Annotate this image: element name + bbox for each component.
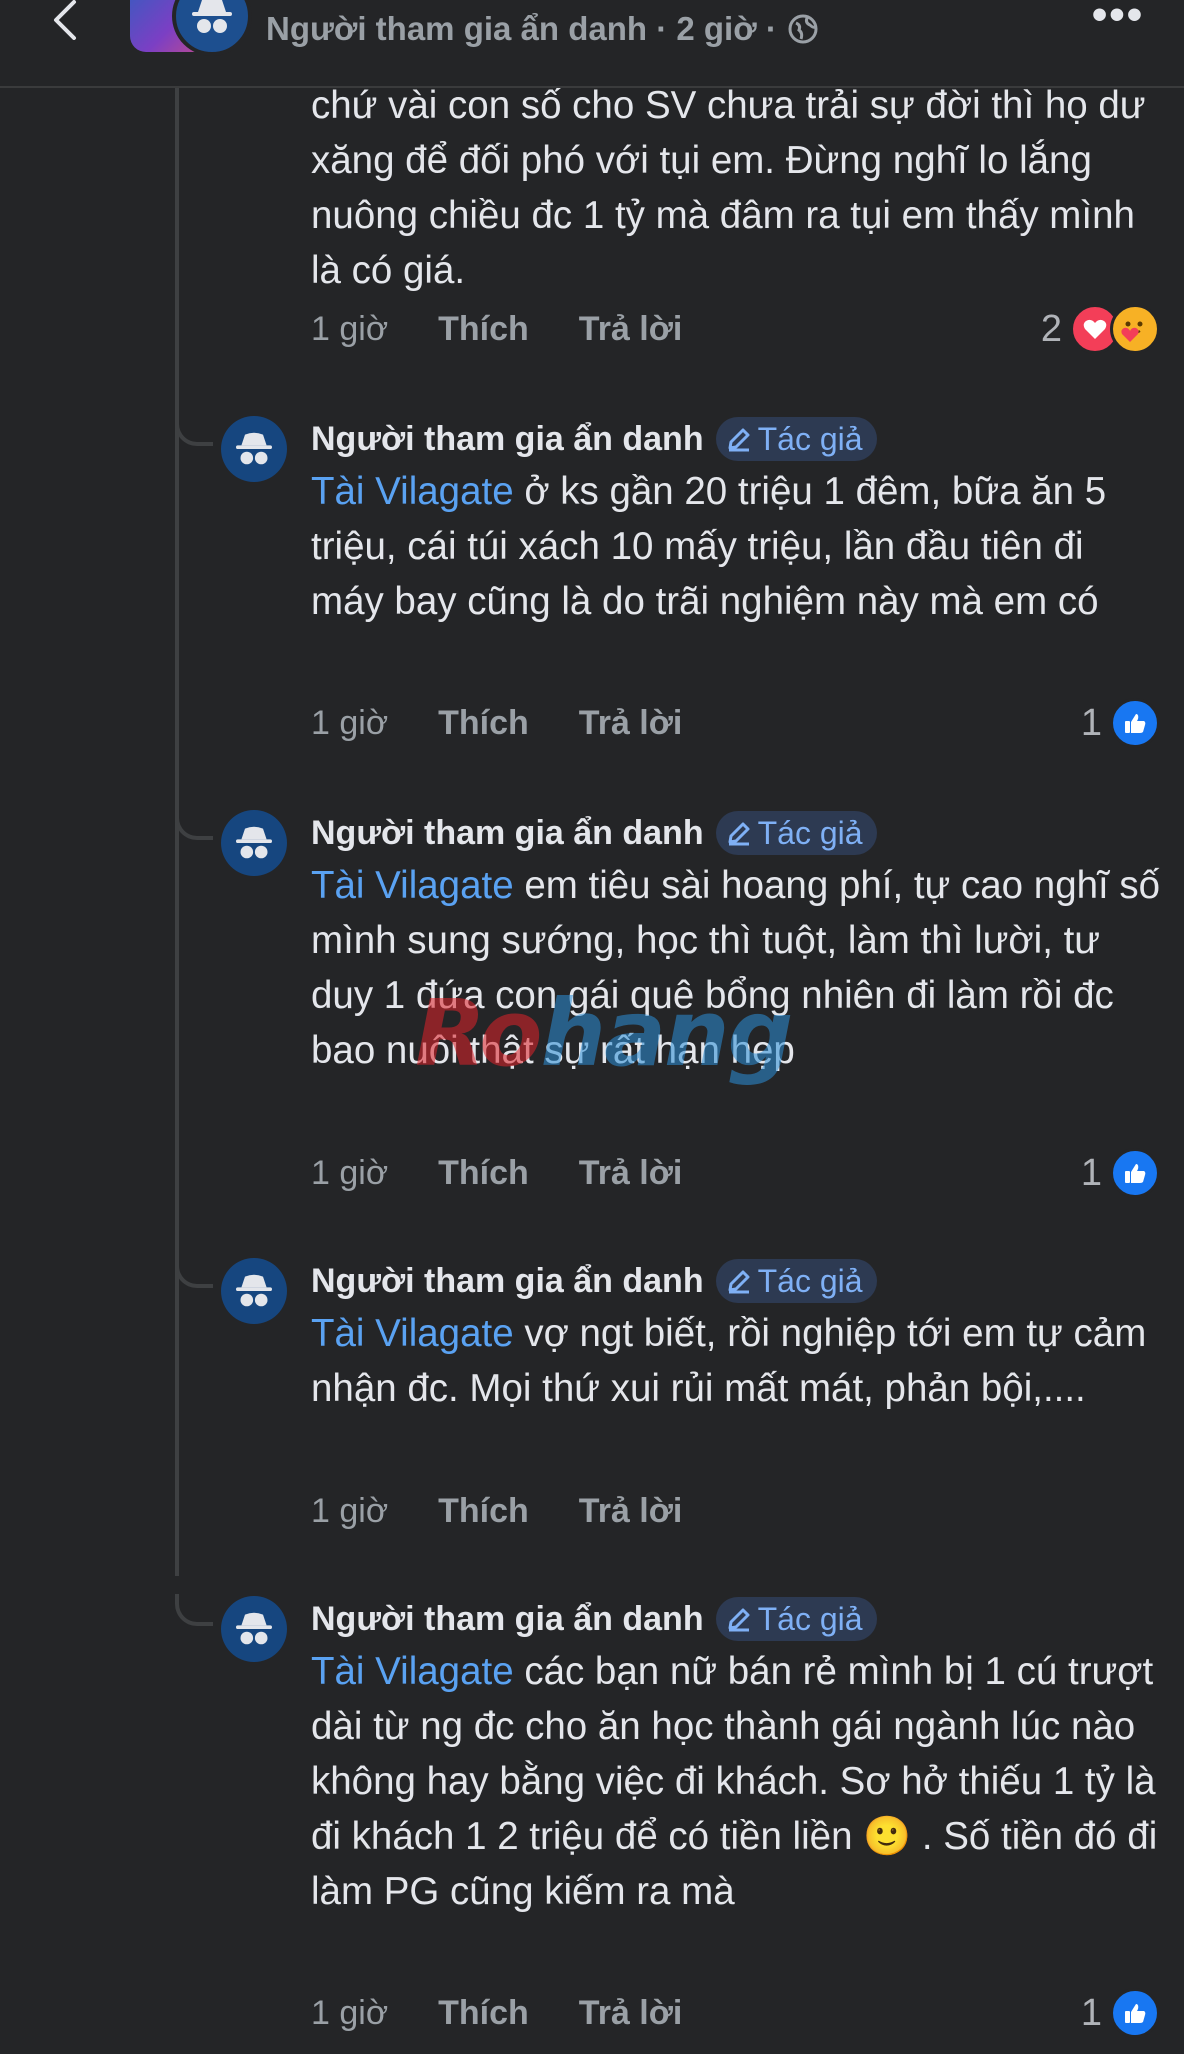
author-row: Người tham gia ẩn danh Tác giả: [311, 1256, 877, 1306]
comment-actions: 1 giờ Thích Trả lời: [311, 304, 682, 354]
mention-link[interactable]: Tài Vilagate: [311, 470, 514, 513]
author-badge: Tác giả: [715, 1259, 877, 1303]
comment-actions: 1 giờ Thích Trả lời: [311, 1988, 682, 2038]
care-reaction-icon: [1110, 304, 1160, 354]
pencil-icon: [728, 428, 750, 452]
author-badge-label: Tác giả: [757, 420, 863, 457]
like-reaction-icon: [1110, 1988, 1160, 2038]
comment-actions: 1 giờ Thích Trả lời: [311, 698, 682, 748]
comment-time[interactable]: 1 giờ: [311, 310, 388, 349]
reaction-count: 1: [1080, 701, 1102, 744]
comment-text: chứ vài con số cho SV chưa trải sự đời t…: [311, 84, 1146, 292]
author-badge-label: Tác giả: [757, 1262, 863, 1299]
author-name[interactable]: Người tham gia ẩn danh: [311, 420, 704, 459]
thread-connector: [175, 414, 213, 446]
author-row: Người tham gia ẩn danh Tác giả: [311, 808, 877, 858]
reply-button[interactable]: Trả lời: [579, 1154, 683, 1193]
reply-button[interactable]: Trả lời: [579, 1994, 683, 2033]
incognito-icon: [236, 826, 272, 859]
chevron-left-icon: [54, 0, 76, 40]
comment-actions: 1 giờ Thích Trả lời: [311, 1148, 682, 1198]
mention-link[interactable]: Tài Vilagate: [311, 864, 514, 907]
reaction-count: 1: [1080, 1151, 1102, 1194]
incognito-icon: [236, 432, 272, 465]
avatar[interactable]: [221, 1596, 287, 1662]
like-button[interactable]: Thích: [438, 310, 529, 349]
globe-icon: [788, 14, 818, 44]
reply-button[interactable]: Trả lời: [579, 310, 683, 349]
avatar[interactable]: [221, 810, 287, 876]
avatar[interactable]: [221, 1258, 287, 1324]
pencil-icon: [728, 1270, 750, 1294]
incognito-icon: [192, 0, 232, 33]
author-name[interactable]: Người tham gia ẩn danh: [311, 1262, 704, 1301]
reaction-summary[interactable]: 2: [1041, 304, 1160, 354]
comment-text: Tài Vilagate các bạn nữ bán rẻ mình bị 1…: [311, 1644, 1161, 1919]
mention-link[interactable]: Tài Vilagate: [311, 1312, 514, 1355]
post-meta: Người tham gia ẩn danh · 2 giờ ·: [266, 10, 819, 48]
back-button[interactable]: [40, 0, 90, 40]
comment-time[interactable]: 1 giờ: [311, 1492, 388, 1531]
comment-actions: 1 giờ Thích Trả lời: [311, 1486, 682, 1536]
comment-time[interactable]: 1 giờ: [311, 1154, 388, 1193]
author-badge: Tác giả: [715, 811, 877, 855]
more-icon: •••: [1091, 0, 1145, 39]
thread-connector: [175, 808, 213, 840]
author-row: Người tham gia ẩn danh Tác giả: [311, 414, 877, 464]
comment-text: Tài Vilagate ở ks gần 20 triệu 1 đêm, bữ…: [311, 464, 1161, 629]
pencil-icon: [728, 822, 750, 846]
smile-emoji-icon: 🙂: [863, 1815, 912, 1858]
incognito-icon: [236, 1612, 272, 1645]
author-badge: Tác giả: [715, 1597, 877, 1641]
like-button[interactable]: Thích: [438, 1154, 529, 1193]
author-badge: Tác giả: [715, 417, 877, 461]
author-name[interactable]: Người tham gia ẩn danh: [311, 814, 704, 853]
like-button[interactable]: Thích: [438, 704, 529, 743]
post-meta-text: Người tham gia ẩn danh · 2 giờ ·: [266, 10, 777, 47]
like-button[interactable]: Thích: [438, 1994, 529, 2033]
author-row: Người tham gia ẩn danh Tác giả: [311, 1594, 877, 1644]
incognito-icon: [236, 1274, 272, 1307]
reaction-summary[interactable]: 1: [1081, 698, 1160, 748]
thread-connector: [175, 1256, 213, 1288]
avatar[interactable]: [221, 416, 287, 482]
comment-time[interactable]: 1 giờ: [311, 1994, 388, 2033]
post-header: Người tham gia ẩn danh · 2 giờ · •••: [0, 0, 1184, 88]
mention-link[interactable]: Tài Vilagate: [311, 1650, 514, 1693]
comment-time[interactable]: 1 giờ: [311, 704, 388, 743]
author-badge-label: Tác giả: [757, 1600, 863, 1637]
like-reaction-icon: [1110, 698, 1160, 748]
pencil-icon: [728, 1608, 750, 1632]
like-button[interactable]: Thích: [438, 1492, 529, 1531]
author-name[interactable]: Người tham gia ẩn danh: [311, 1600, 704, 1639]
comment-text: Tài Vilagate em tiêu sài hoang phí, tự c…: [311, 858, 1161, 1078]
like-reaction-icon: [1110, 1148, 1160, 1198]
comment-text: Tài Vilagate vợ ngt biết, rồi nghiệp tới…: [311, 1306, 1161, 1416]
more-options-button[interactable]: •••: [1088, 0, 1148, 39]
reaction-count: 2: [1040, 307, 1062, 350]
reaction-summary[interactable]: 1: [1081, 1148, 1160, 1198]
reply-button[interactable]: Trả lời: [579, 704, 683, 743]
reaction-count: 1: [1080, 1991, 1102, 2034]
author-badge-label: Tác giả: [757, 814, 863, 851]
thread-connector: [175, 1594, 213, 1626]
reaction-summary[interactable]: 1: [1081, 1988, 1160, 2038]
reply-button[interactable]: Trả lời: [579, 1492, 683, 1531]
